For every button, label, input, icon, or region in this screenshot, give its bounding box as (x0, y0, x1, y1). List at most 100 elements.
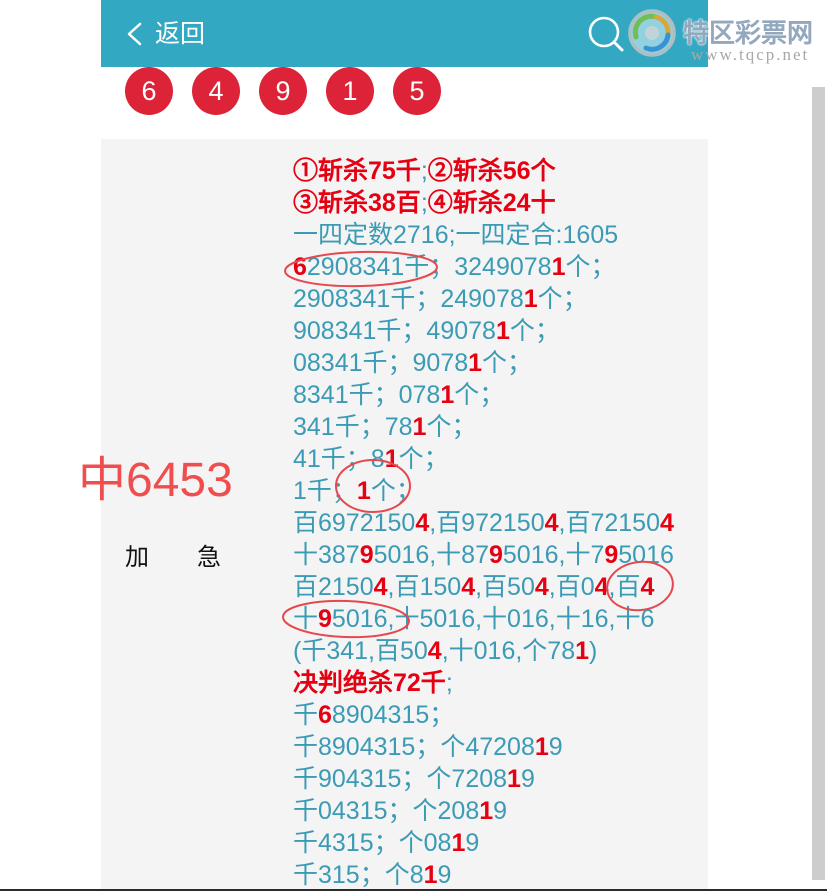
text-segment: ,百 (608, 573, 641, 601)
logo-icon (628, 9, 676, 57)
text-segment: 5016,十5016,十016,十16,十6 (331, 605, 655, 633)
text-line: 8341千；0781个； (293, 379, 705, 411)
text-segment: 十387 (293, 541, 360, 569)
text-line: 41千；81个； (293, 443, 705, 475)
number-ball: 1 (326, 67, 374, 115)
text-line: (千341,百504,十016,个781) (293, 635, 705, 667)
text-segment: 8341千；078 (293, 381, 441, 409)
text-segment: ; (420, 189, 428, 217)
highlight-text: 1 (440, 381, 455, 409)
text-segment: ,百972150 (429, 509, 545, 537)
scrollbar-thumb[interactable] (812, 87, 825, 880)
text-segment: 41千；8 (293, 445, 385, 473)
text-segment: 个； (509, 317, 560, 345)
text-line: 千904315；个720819 (293, 763, 705, 795)
highlight-text: 1 (575, 637, 590, 665)
highlight-text: 4 (544, 509, 559, 537)
scrollbar[interactable] (810, 0, 827, 891)
text-segment: 千4315；个08 (293, 829, 452, 857)
text-segment: ; (445, 669, 453, 697)
text-line: 百69721504,百9721504,百721504 (293, 507, 705, 539)
text-segment: 百2150 (293, 573, 374, 601)
highlight-text: 1 (534, 733, 549, 761)
highlight-text: ④斩杀24十 (427, 189, 556, 217)
highlight-text: ②斩杀56个 (427, 157, 556, 185)
text-segment: ,百150 (387, 573, 462, 601)
highlight-text: 6 (293, 253, 307, 281)
back-button[interactable]: 返回 (121, 14, 213, 54)
highlight-text: 1 (451, 829, 466, 857)
text-segment: ,百0 (548, 573, 595, 601)
highlight-text: 1 (412, 413, 427, 441)
back-label: 返回 (155, 20, 206, 48)
text-segment: 个； (482, 349, 533, 377)
search-icon[interactable] (585, 13, 627, 55)
text-segment: ) (589, 637, 598, 665)
number-balls: 6 4 9 1 5 (125, 67, 441, 115)
highlight-text: 4 (640, 573, 655, 601)
text-segment: 9 (493, 797, 508, 825)
highlight-text: 决判绝杀72千 (293, 669, 446, 697)
highlight-text: 1 (356, 477, 371, 505)
result-stamp: 中6453 (78, 454, 233, 507)
text-line: 千04315；个20819 (293, 795, 705, 827)
text-line: ③斩杀38百;④斩杀24十 (293, 187, 705, 219)
highlight-text: 9 (604, 541, 619, 569)
highlight-text: 4 (415, 509, 430, 537)
text-segment: 8904315； (331, 701, 455, 729)
text-line: 62908341千；32490781个； (293, 251, 705, 283)
text-segment: 5016 (618, 541, 674, 569)
text-segment: ,百50 (475, 573, 535, 601)
text-line: 08341千；90781个； (293, 347, 705, 379)
text-line: 百21504,百1504,百504,百04,百4 (293, 571, 705, 603)
text-segment: 个； (398, 445, 449, 473)
text-segment: 一四定数2716;一四定合:1605 (293, 221, 619, 249)
watermark-url: www.tqcp.net (691, 45, 810, 64)
text-segment: 个； (565, 253, 616, 281)
text-segment: (千341,百50 (293, 637, 428, 665)
highlight-text: ①斩杀75千 (293, 157, 421, 185)
text-line: 十95016,十5016,十016,十16,十6 (293, 603, 705, 635)
top-bar: 返回 (101, 0, 708, 67)
text-segment: 9 (520, 765, 535, 793)
text-line: 2908341千；2490781个； (293, 283, 705, 315)
text-segment: 千8904315；个47208 (293, 733, 535, 761)
text-segment: 9 (548, 733, 563, 761)
text-segment: 千315；个8 (293, 861, 424, 889)
text-segment: 千04315；个208 (293, 797, 480, 825)
highlight-text: 4 (461, 573, 476, 601)
text-line: 决判绝杀72千; (293, 667, 705, 699)
prediction-text: ①斩杀75千;②斩杀56个 ③斩杀38百;④斩杀24十 一四定数2716;一四定合:… (293, 155, 705, 891)
text-segment: 908341千；49078 (293, 317, 496, 345)
highlight-text: 4 (594, 573, 609, 601)
highlight-text: 4 (534, 573, 549, 601)
highlight-text: 1 (507, 765, 521, 793)
highlight-text: 9 (489, 541, 503, 569)
text-segment: 1千； (293, 477, 357, 505)
number-ball: 9 (259, 67, 307, 115)
text-segment: ; (420, 157, 428, 185)
text-segment: 个； (537, 285, 588, 313)
highlight-text: 1 (479, 797, 494, 825)
highlight-text: 1 (468, 349, 483, 377)
text-line: 千8904315；个4720819 (293, 731, 705, 763)
highlight-text: 9 (359, 541, 374, 569)
text-line: 千315；个819 (293, 859, 705, 891)
text-segment: 341千；78 (293, 413, 413, 441)
highlight-text: 4 (659, 509, 674, 537)
text-line: 一四定数2716;一四定合:1605 (293, 219, 705, 251)
number-ball: 4 (192, 67, 240, 115)
text-segment: 百6972150 (293, 509, 416, 537)
highlight-text: 9 (318, 605, 332, 633)
highlight-text: 1 (495, 317, 510, 345)
text-line: 千68904315； (293, 699, 705, 731)
row-label: 加 急 (125, 544, 233, 571)
text-segment: 个； (454, 381, 505, 409)
page: 返回 特区彩票网 www.tqcp.net 6 4 9 1 5 加 急 ①斩杀7… (0, 0, 827, 891)
text-line: 908341千；490781个； (293, 315, 705, 347)
highlight-text: 1 (551, 253, 566, 281)
text-segment: 08341千；9078 (293, 349, 469, 377)
text-segment: 千904315；个7208 (293, 765, 508, 793)
text-segment: 千 (293, 701, 319, 729)
number-ball: 6 (125, 67, 173, 115)
